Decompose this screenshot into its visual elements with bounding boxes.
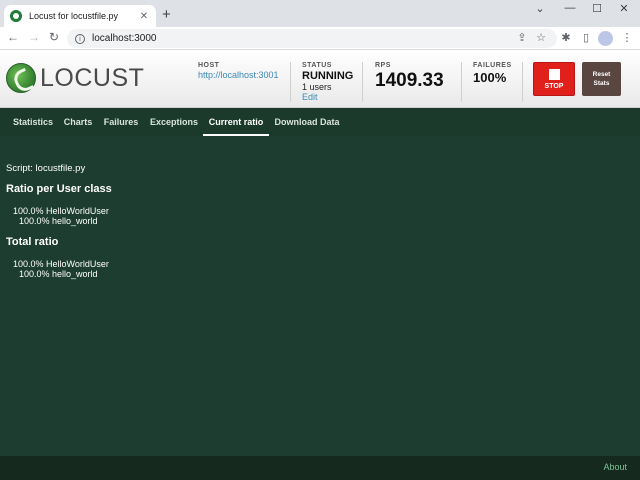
side-panel-icon[interactable]: ▯ bbox=[578, 31, 594, 44]
browser-tab-bar: Locust for locustfile.py ✕ + ⌄ — ☐ ✕ bbox=[0, 0, 640, 27]
logo-text: LOCUST bbox=[40, 63, 145, 92]
script-name: Script: locustfile.py bbox=[6, 163, 86, 174]
rps-stat: RPS 1409.33 bbox=[375, 62, 444, 92]
stop-square-icon bbox=[548, 68, 560, 80]
total-ratio-heading: Total ratio bbox=[6, 236, 59, 248]
tab-exceptions[interactable]: Exceptions bbox=[145, 108, 203, 136]
tab-current-ratio[interactable]: Current ratio bbox=[203, 108, 269, 136]
divider bbox=[522, 62, 523, 102]
status-stat: STATUS RUNNING 1 users Edit bbox=[302, 62, 353, 102]
divider bbox=[461, 62, 462, 102]
tab-failures[interactable]: Failures bbox=[99, 108, 143, 136]
tab-charts[interactable]: Charts bbox=[59, 108, 97, 136]
reset-stats-button[interactable]: Reset Stats bbox=[582, 62, 621, 96]
locust-favicon-icon bbox=[10, 10, 22, 22]
total-task-item: 100.0% hello_world bbox=[19, 269, 98, 279]
stop-label: STOP bbox=[544, 82, 564, 90]
reset-label-line1: Reset bbox=[592, 71, 611, 78]
edit-link[interactable]: Edit bbox=[302, 92, 353, 102]
ratio-task-item: 100.0% hello_world bbox=[19, 216, 98, 226]
forward-arrow-icon[interactable]: → bbox=[26, 30, 42, 44]
browser-tab[interactable]: Locust for locustfile.py ✕ bbox=[4, 5, 156, 27]
host-stat: HOST http://localhost:3001 bbox=[198, 62, 279, 80]
close-window-button[interactable]: ✕ bbox=[614, 2, 634, 15]
locust-header: LOCUST HOST http://localhost:3001 STATUS… bbox=[0, 50, 640, 108]
failures-value: 100% bbox=[473, 70, 507, 85]
extensions-puzzle-icon[interactable]: ✱ bbox=[558, 31, 574, 44]
failures-label: FAILURES bbox=[473, 62, 512, 69]
main-nav: Statistics Charts Failures Exceptions Cu… bbox=[0, 108, 640, 136]
share-icon[interactable]: ⇪ bbox=[514, 31, 530, 44]
url-text[interactable]: localhost:3000 bbox=[92, 33, 157, 44]
failures-stat: FAILURES 100% bbox=[473, 62, 512, 85]
divider bbox=[290, 62, 291, 102]
rps-value: 1409.33 bbox=[375, 70, 444, 91]
browser-menu-icon[interactable]: ⋮ bbox=[619, 31, 635, 44]
ratio-per-class-heading: Ratio per User class bbox=[6, 183, 112, 195]
tab-search-chevron-icon[interactable]: ⌄ bbox=[530, 2, 550, 15]
current-ratio-panel: Script: locustfile.py Ratio per User cla… bbox=[0, 136, 640, 456]
profile-avatar[interactable] bbox=[598, 31, 613, 46]
new-tab-button[interactable]: + bbox=[162, 6, 171, 24]
site-info-icon[interactable]: i bbox=[75, 33, 85, 44]
tab-statistics[interactable]: Statistics bbox=[7, 108, 59, 136]
rps-label: RPS bbox=[375, 62, 391, 69]
divider bbox=[362, 62, 363, 102]
locust-logo[interactable]: LOCUST bbox=[6, 63, 144, 93]
total-user-class-item: 100.0% HelloWorldUser bbox=[13, 259, 109, 269]
ratio-user-class-item: 100.0% HelloWorldUser bbox=[13, 206, 109, 216]
tab-close-icon[interactable]: ✕ bbox=[138, 11, 150, 22]
status-value: RUNNING bbox=[302, 70, 354, 82]
back-arrow-icon[interactable]: ← bbox=[5, 30, 21, 44]
host-label: HOST bbox=[198, 62, 220, 69]
user-count: 1 users bbox=[302, 82, 332, 92]
footer: About bbox=[0, 456, 640, 480]
reload-icon[interactable]: ↻ bbox=[46, 30, 62, 44]
minimize-button[interactable]: — bbox=[560, 2, 580, 14]
browser-toolbar: ← → ↻ i localhost:3000 ⇪ ☆ ✱ ▯ ⋮ bbox=[0, 27, 640, 50]
status-label: STATUS bbox=[302, 62, 332, 69]
maximize-button[interactable]: ☐ bbox=[587, 2, 607, 15]
tab-title: Locust for locustfile.py bbox=[29, 11, 119, 21]
address-bar[interactable]: i localhost:3000 bbox=[67, 29, 557, 48]
host-link[interactable]: http://localhost:3001 bbox=[198, 70, 279, 80]
tab-download-data[interactable]: Download Data bbox=[271, 108, 343, 136]
locust-logo-icon bbox=[6, 63, 36, 93]
bookmark-star-icon[interactable]: ☆ bbox=[533, 31, 549, 44]
reset-label-line2: Stats bbox=[593, 80, 610, 87]
about-link[interactable]: About bbox=[603, 462, 627, 472]
stop-button[interactable]: STOP bbox=[533, 62, 575, 96]
